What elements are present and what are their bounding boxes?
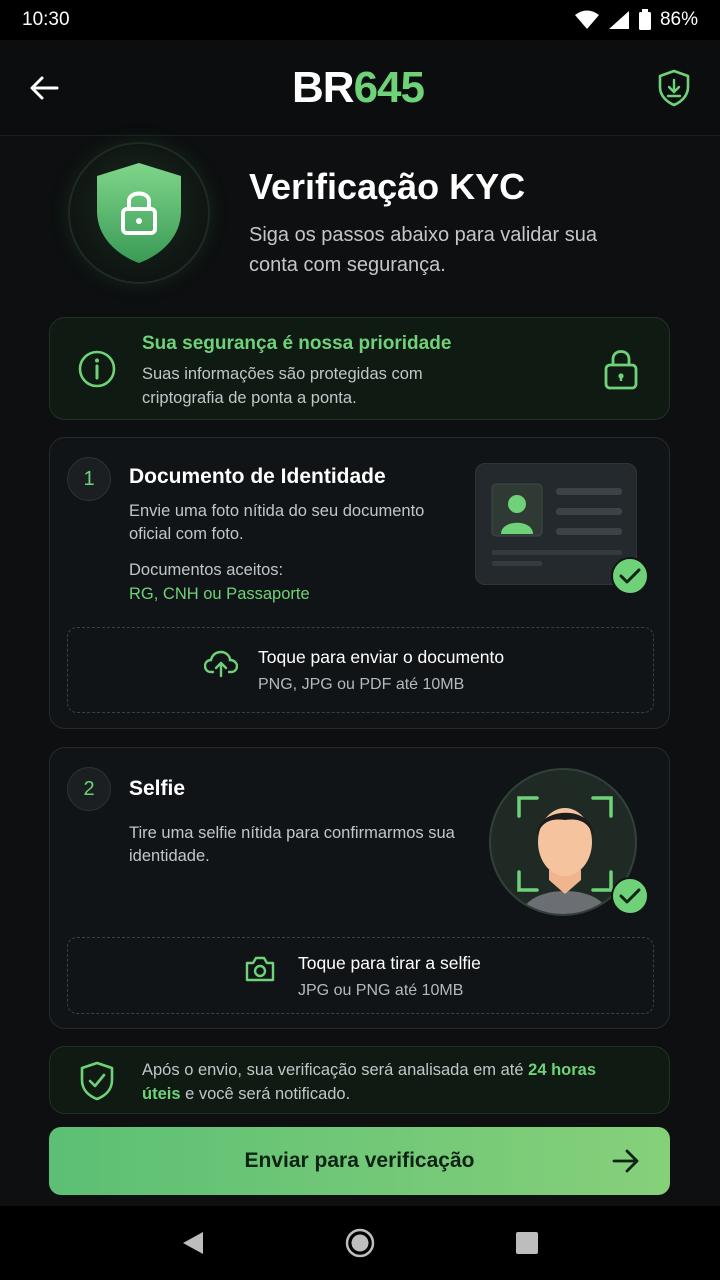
selfie-capture-title: Toque para tirar a selfie	[298, 953, 481, 973]
shield-download-icon	[658, 69, 690, 106]
step-number: 1	[67, 457, 111, 501]
camera-icon	[245, 956, 275, 982]
signal-icon	[608, 11, 629, 29]
review-note-text-before: Após o envio, sua verificação será anali…	[142, 1061, 529, 1079]
step-title: Selfie	[129, 777, 186, 800]
status-time: 10:30	[22, 9, 70, 30]
selfie-verified-badge	[611, 877, 649, 915]
hero-badge	[68, 142, 210, 284]
security-notice-card: Sua segurança é nossa prioridade Suas in…	[49, 317, 670, 420]
step-title: Documento de Identidade	[129, 465, 386, 488]
step-card-selfie: 2 Selfie Tire uma selfie nítida para con…	[49, 747, 670, 1029]
triangle-back-icon	[183, 1232, 204, 1254]
document-upload-title: Toque para enviar o documento	[258, 647, 505, 667]
security-notice-text: Suas informações são protegidas com crip…	[142, 365, 423, 407]
nav-recents-button[interactable]	[512, 1228, 542, 1258]
check-icon	[619, 568, 641, 584]
accepted-docs-label: Documentos aceitos:	[129, 561, 284, 579]
nav-home-button[interactable]	[345, 1228, 375, 1258]
system-nav-bar	[0, 1206, 720, 1280]
square-recents-icon	[515, 1232, 538, 1254]
accepted-docs-value: RG, CNH ou Passaporte	[129, 585, 310, 603]
document-upload-area[interactable]: Toque para enviar o documento PNG, JPG o…	[67, 627, 654, 713]
hero-section: Verificação KYC Siga os passos abaixo pa…	[68, 142, 668, 292]
info-icon	[78, 350, 116, 388]
step-card-document: 1 Documento de Identidade Envie uma foto…	[49, 437, 670, 729]
shield-lock-icon	[97, 163, 181, 263]
check-icon	[619, 888, 641, 904]
document-upload-subtitle: PNG, JPG ou PDF até 10MB	[258, 676, 465, 693]
battery-icon	[638, 9, 651, 30]
review-note-card: Após o envio, sua verificação será anali…	[49, 1046, 670, 1114]
step-description: Envie uma foto nítida do seu documento o…	[129, 502, 425, 543]
review-note-text: Após o envio, sua verificação será anali…	[142, 1058, 622, 1106]
wifi-icon	[574, 10, 599, 29]
nav-back-button[interactable]	[178, 1228, 208, 1258]
circle-home-icon	[345, 1228, 375, 1258]
step-number: 2	[67, 767, 111, 811]
security-shield-button[interactable]	[654, 68, 694, 108]
shield-check-icon	[80, 1061, 114, 1101]
arrow-left-icon	[30, 76, 59, 99]
step-description: Tire uma selfie nítida para confirmarmos…	[129, 824, 455, 865]
security-notice-title: Sua segurança é nossa prioridade	[142, 333, 452, 354]
page-subtitle: Siga os passos abaixo para validar sua c…	[249, 224, 597, 276]
status-icons: 86%	[574, 9, 698, 31]
cloud-upload-icon	[204, 650, 238, 678]
app-header: BR 645	[0, 40, 720, 136]
status-bar: 10:30 86%	[0, 0, 720, 40]
page-title: Verificação KYC	[249, 166, 526, 207]
selfie-capture-area[interactable]: Toque para tirar a selfie JPG ou PNG até…	[67, 937, 654, 1014]
arrow-right-icon	[612, 1149, 639, 1173]
selfie-capture-subtitle: JPG ou PNG até 10MB	[298, 982, 464, 999]
back-button[interactable]	[26, 70, 62, 106]
brand-logo: BR 645	[292, 62, 425, 113]
brand-part-1: BR	[292, 62, 355, 112]
brand-part-2: 645	[353, 62, 425, 112]
review-note-text-after: e você será notificado.	[180, 1085, 351, 1103]
submit-verification-button[interactable]: Enviar para verificação	[49, 1127, 670, 1195]
lock-icon	[604, 350, 638, 390]
battery-percent: 86%	[659, 9, 698, 30]
document-verified-badge	[611, 557, 649, 595]
submit-button-label: Enviar para verificação	[244, 1149, 475, 1172]
